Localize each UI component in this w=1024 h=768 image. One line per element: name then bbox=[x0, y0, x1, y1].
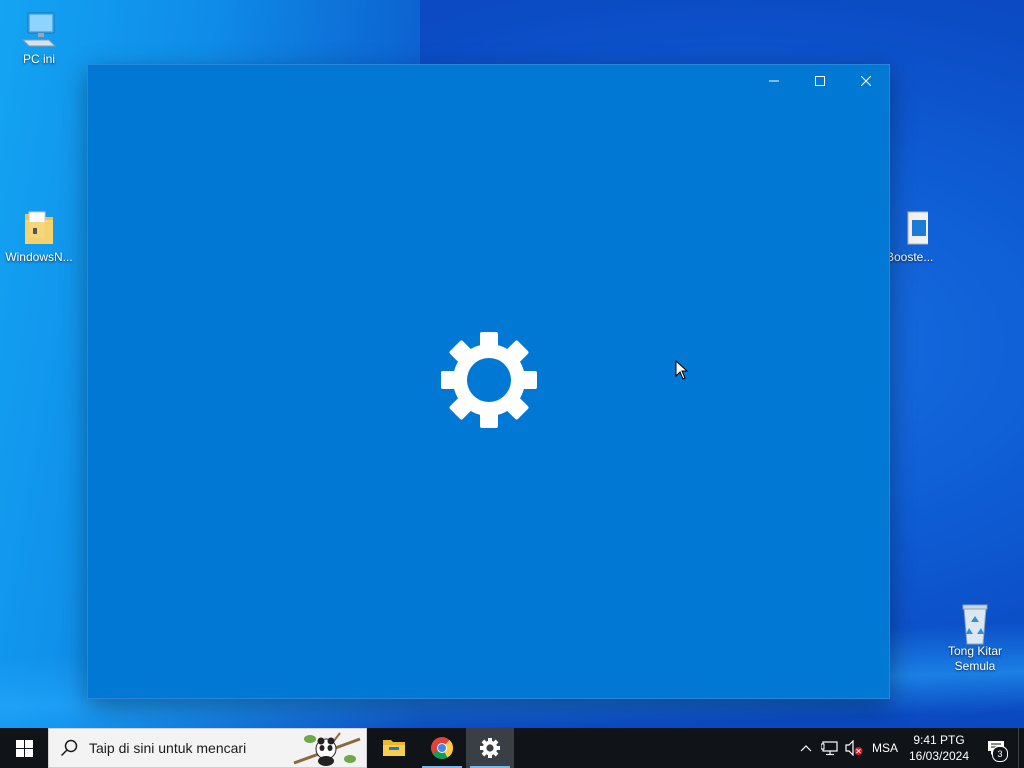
maximize-icon bbox=[815, 76, 825, 86]
chrome-icon bbox=[431, 737, 453, 759]
taskbar-chrome[interactable] bbox=[418, 728, 466, 768]
desktop-icon-recycle-bin[interactable]: Tong Kitar Semula bbox=[935, 602, 1015, 674]
desktop-icon-this-pc[interactable]: PC ini bbox=[0, 10, 79, 67]
network-icon bbox=[821, 741, 838, 756]
close-button[interactable] bbox=[843, 65, 889, 97]
settings-window[interactable] bbox=[87, 64, 890, 699]
taskbar-file-explorer[interactable] bbox=[370, 728, 418, 768]
show-hidden-icons-button[interactable] bbox=[794, 728, 818, 768]
maximize-button[interactable] bbox=[797, 65, 843, 97]
search-highlight-doodle-icon bbox=[293, 732, 361, 766]
clock[interactable]: 9:41 PTG 16/03/2024 bbox=[904, 728, 974, 768]
clock-time: 9:41 PTG bbox=[913, 733, 965, 747]
system-tray: MSA 9:41 PTG 16/03/2024 3 bbox=[794, 728, 1024, 768]
volume-muted-icon bbox=[845, 740, 863, 756]
mouse-pointer-icon bbox=[675, 360, 689, 380]
taskbar-settings[interactable] bbox=[466, 728, 514, 768]
action-center-button[interactable]: 3 bbox=[974, 728, 1018, 768]
start-button[interactable] bbox=[0, 728, 48, 768]
search-icon bbox=[60, 739, 78, 757]
close-icon bbox=[861, 76, 871, 86]
minimize-button[interactable] bbox=[751, 65, 797, 97]
show-desktop-button[interactable] bbox=[1018, 728, 1024, 768]
gear-icon bbox=[480, 738, 500, 758]
minimize-icon bbox=[769, 80, 779, 82]
clock-date: 16/03/2024 bbox=[908, 749, 970, 763]
folder-icon bbox=[19, 208, 59, 248]
volume-button[interactable] bbox=[842, 728, 866, 768]
windows-logo-icon bbox=[15, 739, 33, 757]
gear-icon bbox=[441, 332, 537, 428]
chevron-up-icon bbox=[800, 745, 812, 752]
desktop-icon-windowsn-folder[interactable]: WindowsN... bbox=[0, 208, 79, 265]
search-box[interactable]: Taip di sini untuk mencari bbox=[48, 728, 367, 768]
folder-icon bbox=[383, 740, 405, 756]
notification-count-badge: 3 bbox=[992, 746, 1008, 762]
taskbar: Taip di sini untuk mencari MSA 9:41 PTG … bbox=[0, 728, 1024, 768]
app-file-icon bbox=[888, 208, 933, 248]
search-placeholder: Taip di sini untuk mencari bbox=[89, 740, 247, 756]
network-button[interactable] bbox=[818, 728, 842, 768]
recycle-bin-icon bbox=[955, 602, 995, 645]
window-controls bbox=[751, 65, 889, 97]
language-indicator[interactable]: MSA bbox=[866, 728, 904, 768]
computer-icon bbox=[19, 10, 59, 50]
